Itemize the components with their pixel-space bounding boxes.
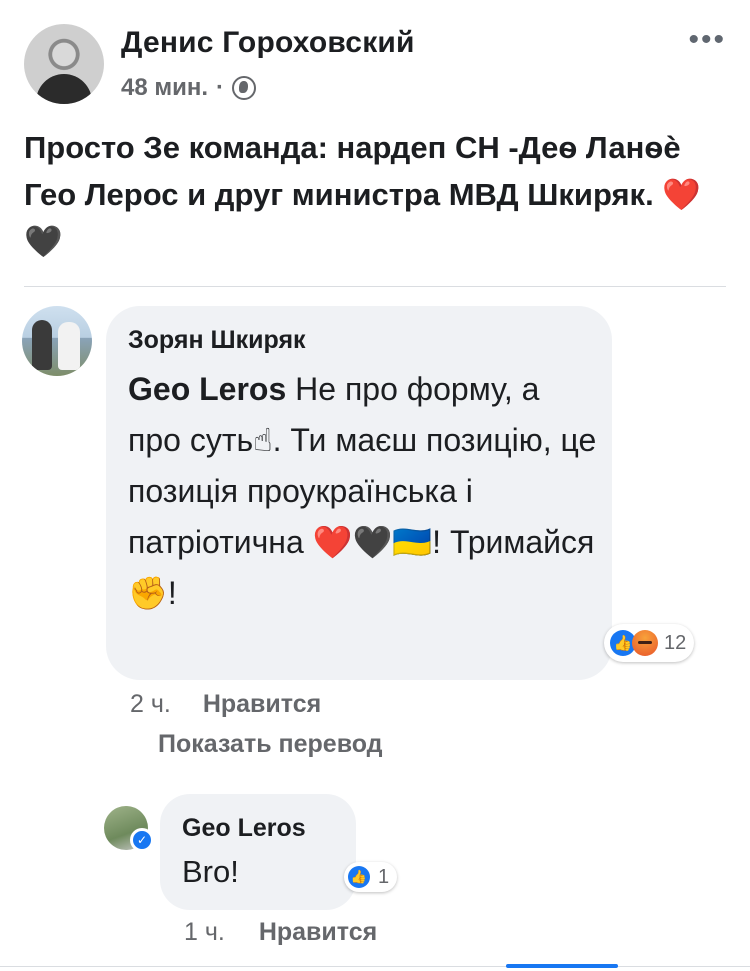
comment-actions: 2 ч. Нравится (130, 690, 321, 719)
post-header: Денис Гороховский 48 мин. · ••• (24, 22, 726, 106)
divider (24, 286, 726, 287)
commenter-avatar[interactable] (22, 306, 92, 376)
comment-time[interactable]: 2 ч. (130, 690, 171, 719)
comment-bubble: Зорян Шкиряк Geo Leros Не про форму, а п… (106, 306, 612, 680)
show-translation-link[interactable]: Показать перевод (158, 730, 383, 759)
reply-like-button[interactable]: Нравится (259, 918, 377, 947)
more-options-icon[interactable]: ••• (688, 25, 726, 55)
reply-bubble: Geo Leros Bro! (160, 794, 356, 910)
like-icon: 👍 (348, 866, 370, 888)
comment-body: Не про форму, а про суть☝. Ти маєш позиц… (128, 371, 597, 611)
reaction-count: 12 (664, 631, 687, 654)
reply-reaction-count: 1 (378, 865, 390, 888)
meta-separator: · (216, 74, 225, 101)
verified-badge-icon: ✓ (130, 828, 154, 852)
like-button[interactable]: Нравится (203, 690, 321, 719)
author-avatar[interactable] (24, 24, 104, 104)
globe-icon (232, 76, 257, 100)
reply-text: Bro! (182, 854, 239, 889)
reply-time[interactable]: 1 ч. (184, 918, 225, 947)
post-meta: 48 мин. · (121, 74, 257, 102)
author-name[interactable]: Денис Гороховский (121, 26, 415, 60)
bottom-divider (0, 966, 750, 967)
reply-author[interactable]: Geo Leros (182, 814, 306, 843)
comment-text: Geo Leros Не про форму, а про суть☝. Ти … (128, 364, 598, 619)
post-time[interactable]: 48 мин. (121, 74, 208, 102)
mention-link[interactable]: Geo Leros (128, 371, 286, 407)
reply-actions: 1 ч. Нравится (184, 918, 377, 947)
reaction-summary[interactable]: 👍 12 (604, 624, 695, 662)
reply-reaction-summary[interactable]: 👍 1 (344, 862, 398, 892)
active-tab-indicator (506, 964, 618, 968)
comment-author[interactable]: Зорян Шкиряк (128, 326, 306, 355)
angry-icon (632, 630, 658, 656)
post-text: Просто Зе команда: нардеп СН -Деѳ Ланѳѐ … (24, 130, 701, 259)
